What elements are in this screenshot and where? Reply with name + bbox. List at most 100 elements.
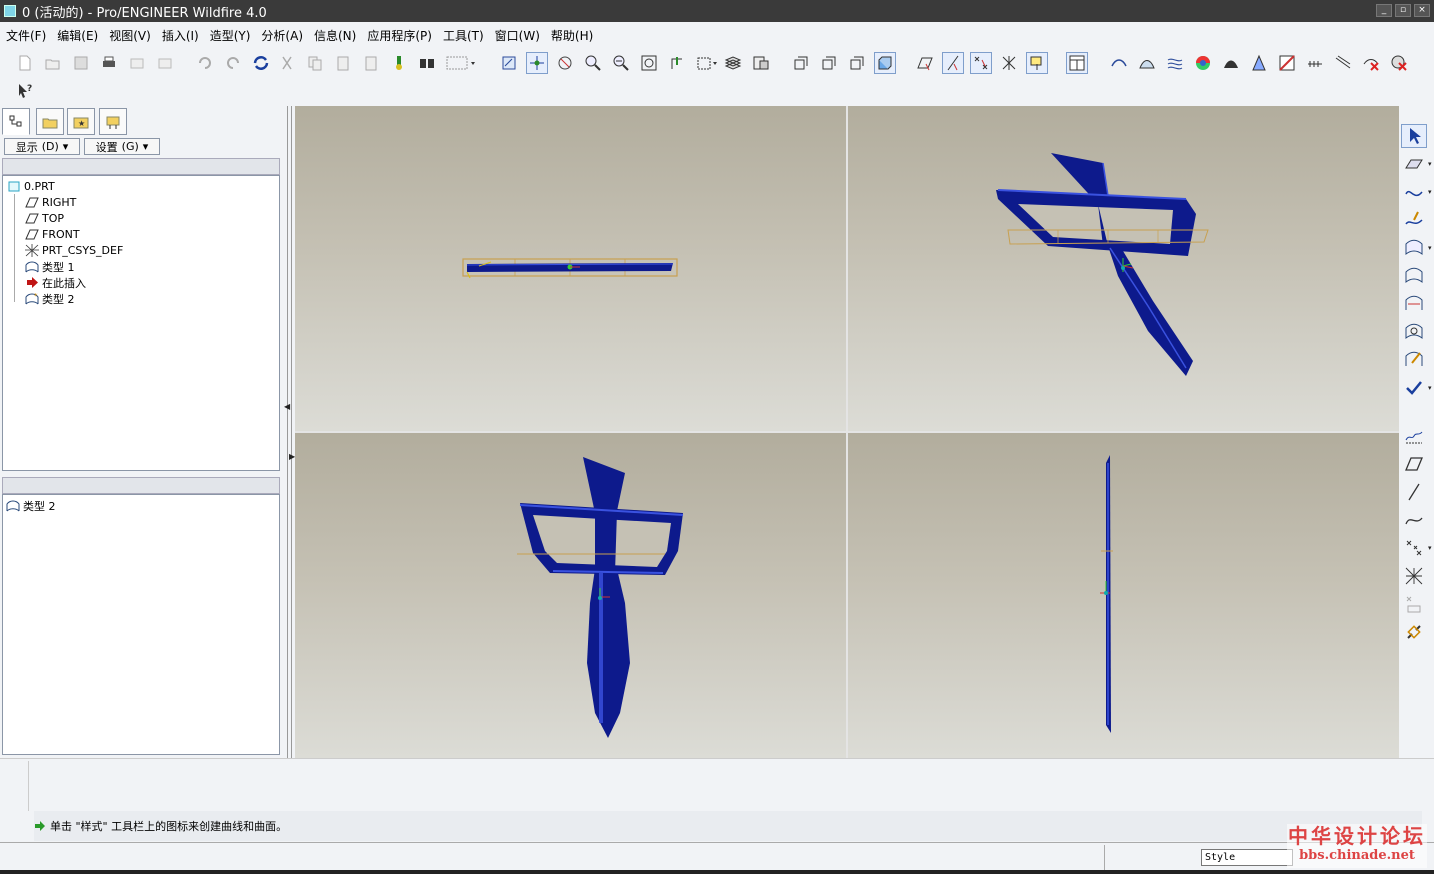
print-icon[interactable] (98, 52, 120, 74)
model-player-icon[interactable] (388, 52, 410, 74)
show-dropdown[interactable]: 显示 (D) ▾ (4, 138, 80, 155)
select-arrow-icon[interactable] (1401, 124, 1427, 148)
datum-plane-tool-icon[interactable] (1401, 452, 1427, 476)
delete-all-analysis-icon[interactable] (1388, 52, 1410, 74)
shaded-curvature-icon[interactable] (1276, 52, 1298, 74)
find-icon[interactable] (416, 52, 438, 74)
menu-help[interactable]: 帮助(H) (551, 27, 593, 44)
paste-special-icon[interactable] (360, 52, 382, 74)
curve-analysis-icon[interactable] (1108, 52, 1130, 74)
graphics-area[interactable] (295, 106, 1399, 758)
edit-curve-icon[interactable] (1401, 208, 1427, 232)
create-curve-icon[interactable] (1401, 180, 1427, 204)
chevron-down-icon[interactable]: ▾ (1428, 244, 1432, 252)
minimize-icon[interactable]: _ (1376, 4, 1392, 17)
undo-icon[interactable] (194, 52, 216, 74)
annotation-toggle-icon[interactable] (1026, 52, 1048, 74)
tree-item-root[interactable]: 0.PRT (7, 179, 55, 194)
paste-icon[interactable] (332, 52, 354, 74)
tree-item-right[interactable]: RIGHT (25, 195, 76, 210)
surface-trim-icon[interactable] (1401, 292, 1427, 316)
create-surface-icon[interactable] (1401, 236, 1427, 260)
view-manager-icon[interactable] (750, 52, 772, 74)
close-icon[interactable]: × (1414, 4, 1430, 17)
menu-view[interactable]: 视图(V) (109, 27, 151, 44)
tab-folder-browser[interactable] (36, 108, 64, 135)
offset-analysis-icon[interactable] (1332, 52, 1354, 74)
chain-link-icon[interactable] (1401, 620, 1427, 644)
shading-icon[interactable] (874, 52, 896, 74)
set-active-plane-icon[interactable] (1401, 152, 1427, 176)
zoom-out-icon[interactable] (610, 52, 632, 74)
curve-on-surface-icon[interactable] (1401, 348, 1427, 372)
tree-item-csys[interactable]: PRT_CSYS_DEF (25, 243, 123, 258)
menu-insert[interactable]: 插入(I) (162, 27, 199, 44)
tree-item-style-1[interactable]: 类型 1 (25, 259, 75, 274)
saved-views-icon[interactable] (694, 52, 720, 74)
viewport-default-view[interactable] (848, 106, 1399, 431)
settings-dropdown[interactable]: 设置 (G) ▾ (84, 138, 160, 155)
curvature-color-icon[interactable] (1192, 52, 1214, 74)
done-check-icon[interactable] (1401, 376, 1427, 400)
menu-file[interactable]: 文件(F) (6, 27, 46, 44)
delete-analysis-icon[interactable] (1360, 52, 1382, 74)
zoom-in-icon[interactable] (582, 52, 604, 74)
new-file-icon[interactable] (14, 52, 36, 74)
menu-analysis[interactable]: 分析(A) (261, 27, 303, 44)
tab-connections[interactable] (99, 108, 127, 135)
reorient-icon[interactable] (666, 52, 688, 74)
selection-box-icon[interactable] (444, 52, 478, 74)
selection-filter[interactable]: Style (1201, 849, 1293, 866)
send-mail-icon[interactable] (126, 52, 148, 74)
analysis-tool-icon[interactable] (1401, 592, 1427, 616)
tab-model-tree[interactable] (2, 108, 30, 135)
viewport-right-view[interactable] (848, 433, 1399, 758)
menu-tools[interactable]: 工具(T) (443, 27, 484, 44)
restore-icon[interactable]: ▫ (1395, 4, 1411, 17)
save-icon[interactable] (70, 52, 92, 74)
datum-axes-toggle-icon[interactable] (942, 52, 964, 74)
tab-favorites[interactable]: ★ (67, 108, 95, 135)
reflection-analysis-icon[interactable] (1164, 52, 1186, 74)
tree-item-front[interactable]: FRONT (25, 227, 80, 242)
surface-connect-icon[interactable] (1401, 264, 1427, 288)
draft-analysis-icon[interactable] (1220, 52, 1242, 74)
viewport-top-view[interactable] (295, 106, 846, 431)
tree-item-insert-here[interactable]: 在此插入 (25, 275, 86, 290)
chevron-down-icon[interactable]: ▾ (1428, 160, 1432, 168)
datum-points-toggle-icon[interactable] (970, 52, 992, 74)
regenerate-icon[interactable] (250, 52, 272, 74)
surface-analysis-icon[interactable] (1136, 52, 1158, 74)
model-tree-window-icon[interactable] (1066, 52, 1088, 74)
chevron-down-icon[interactable]: ▾ (1428, 544, 1432, 552)
viewport-front-view[interactable] (295, 433, 846, 758)
collapse-left-icon[interactable]: ◀ (284, 402, 290, 411)
repaint-icon[interactable] (498, 52, 520, 74)
datum-point-tool-icon[interactable] (1401, 536, 1427, 560)
menu-applications[interactable]: 应用程序(P) (367, 27, 432, 44)
hidden-line-icon[interactable] (818, 52, 840, 74)
menu-edit[interactable]: 编辑(E) (57, 27, 98, 44)
copy-icon[interactable] (304, 52, 326, 74)
sketch-icon[interactable] (1401, 424, 1427, 448)
context-help-icon[interactable]: ? (14, 80, 36, 102)
redo-icon[interactable] (222, 52, 244, 74)
slope-analysis-icon[interactable] (1248, 52, 1270, 74)
chevron-down-icon[interactable]: ▾ (1428, 384, 1432, 392)
datum-planes-toggle-icon[interactable] (914, 52, 936, 74)
open-file-icon[interactable] (42, 52, 64, 74)
menu-window[interactable]: 窗口(W) (495, 27, 540, 44)
spin-center-icon[interactable] (526, 52, 548, 74)
datum-axis-tool-icon[interactable] (1401, 480, 1427, 504)
wireframe-icon[interactable] (790, 52, 812, 74)
send-link-icon[interactable] (154, 52, 176, 74)
csys-tool-icon[interactable] (1401, 564, 1427, 588)
lower-item-style-2[interactable]: 类型 2 (6, 498, 56, 513)
cut-icon[interactable] (276, 52, 298, 74)
layers-icon[interactable] (722, 52, 744, 74)
surface-edit-icon[interactable] (1401, 320, 1427, 344)
menu-style[interactable]: 造型(Y) (210, 27, 251, 44)
panel-splitter[interactable]: ◀ ▶ (283, 106, 295, 758)
refit-icon[interactable] (638, 52, 660, 74)
sketched-curve-tool-icon[interactable] (1401, 508, 1427, 532)
